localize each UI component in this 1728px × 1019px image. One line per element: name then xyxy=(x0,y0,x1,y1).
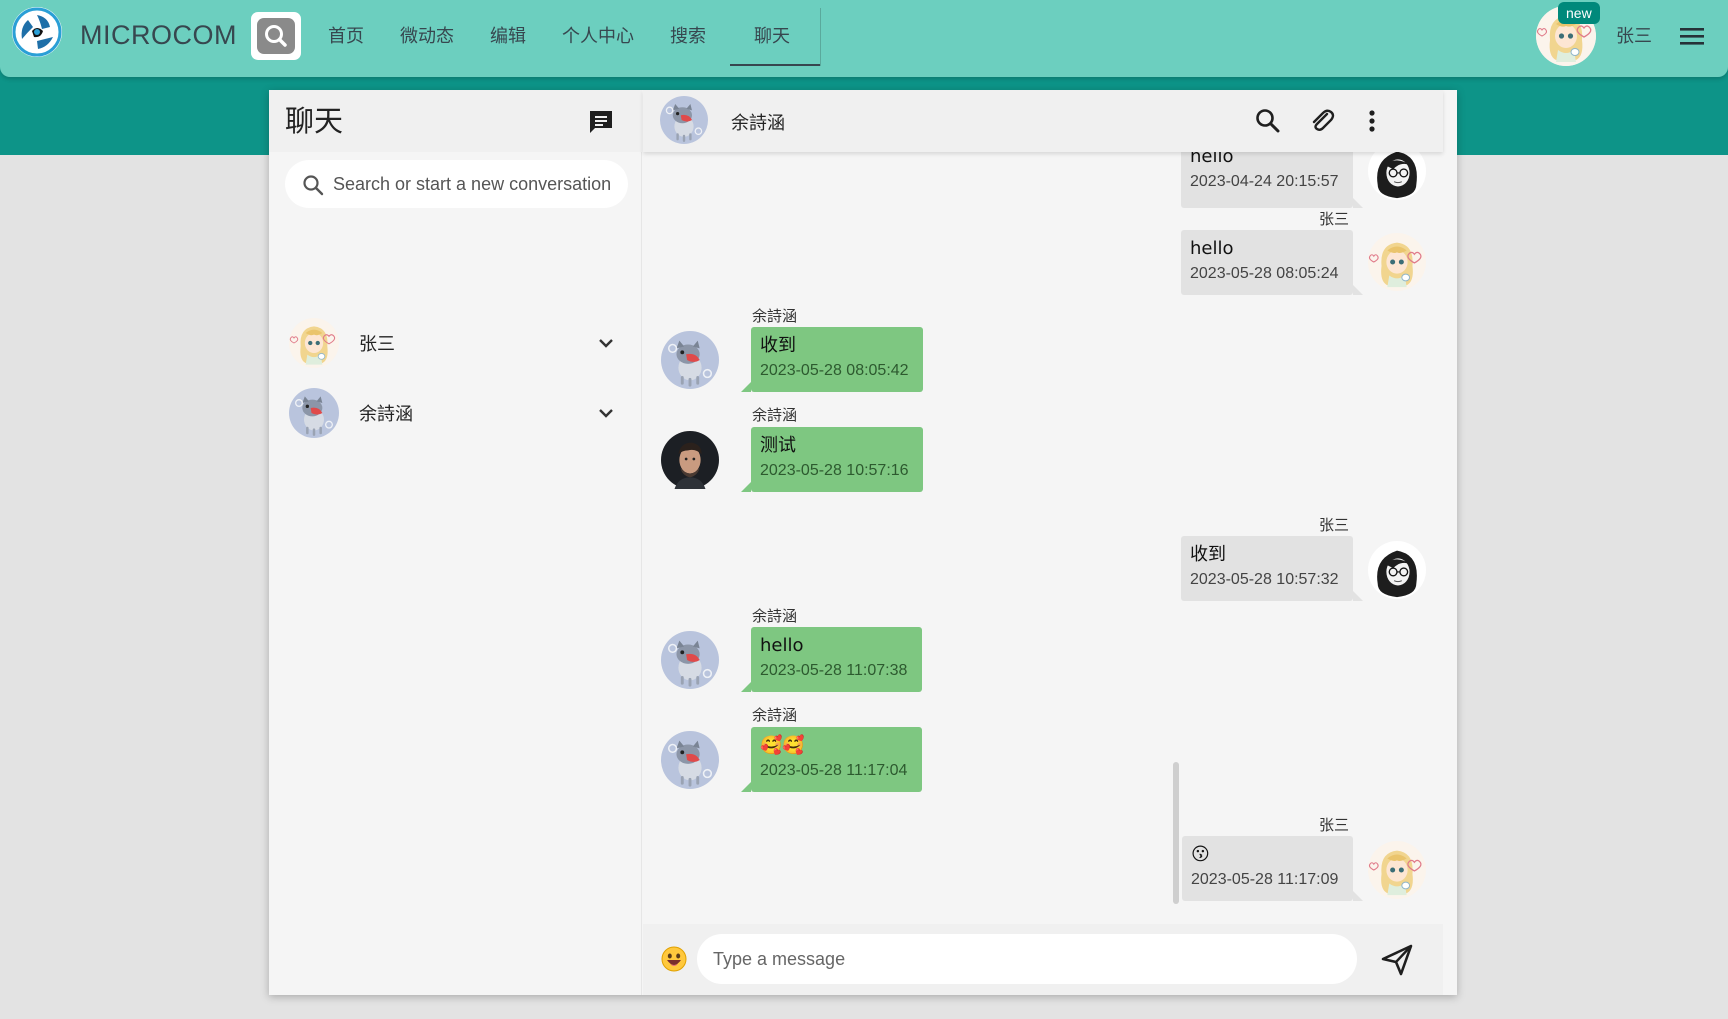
message-bubble[interactable]: hello 2023-04-24 20:15:57 xyxy=(1181,152,1353,208)
chat-partner-avatar[interactable] xyxy=(660,96,708,144)
conversation-sidebar: 聊天 张三 xyxy=(269,90,642,995)
sidebar-title: 聊天 xyxy=(285,104,344,138)
search-icon xyxy=(303,175,324,196)
message-bubble[interactable]: 收到 2023-05-28 08:05:42 xyxy=(751,327,923,392)
message-bubble[interactable]: 😗 2023-05-28 11:17:09 xyxy=(1182,836,1353,901)
message-sender: 张三 xyxy=(1319,210,1350,228)
chat-panel: 聊天 张三 xyxy=(269,90,1457,995)
sender-avatar[interactable] xyxy=(661,331,719,389)
chat-area: 余詩涵 hello 2023-04-24 20:15:57 张三 hello 2… xyxy=(643,90,1443,995)
sender-avatar[interactable] xyxy=(661,731,719,789)
contact-avatar xyxy=(289,318,339,368)
message-bubble[interactable]: 收到 2023-05-28 10:57:32 xyxy=(1181,536,1353,601)
user-name[interactable]: 张三 xyxy=(1616,22,1652,48)
message-text: 测试 xyxy=(760,435,796,456)
message-text: 🥰🥰 xyxy=(760,735,805,756)
nav-item-edit[interactable]: 编辑 xyxy=(472,8,544,66)
message-time: 2023-05-28 11:07:38 xyxy=(760,662,908,679)
more-options-icon[interactable] xyxy=(1357,106,1387,136)
conversation-search xyxy=(285,160,628,208)
emoji-icon[interactable] xyxy=(661,946,687,972)
message-text: hello xyxy=(1190,152,1234,167)
chevron-down-icon[interactable] xyxy=(595,402,617,424)
main-nav: 首页 微动态 编辑 个人中心 搜索 聊天 xyxy=(310,8,821,66)
message-text: 收到 xyxy=(760,335,796,356)
message-time: 2023-05-28 11:17:04 xyxy=(760,762,908,779)
message-bubble[interactable]: hello 2023-05-28 08:05:24 xyxy=(1181,230,1353,295)
message-composer xyxy=(643,924,1443,995)
sender-avatar[interactable] xyxy=(661,631,719,689)
new-badge: new xyxy=(1558,2,1600,24)
message-sender: 余詩涵 xyxy=(752,607,798,625)
chat-partner-name: 余詩涵 xyxy=(731,113,785,134)
nav-item-search[interactable]: 搜索 xyxy=(652,8,724,66)
sender-avatar[interactable] xyxy=(1368,152,1426,200)
top-navigation-bar: MICROCOM 首页 微动态 编辑 个人中心 搜索 聊天 new 张三 xyxy=(0,0,1728,77)
nav-item-profile[interactable]: 个人中心 xyxy=(544,8,652,66)
message-scrollbar[interactable] xyxy=(1173,762,1179,904)
send-icon[interactable] xyxy=(1379,942,1415,978)
sender-avatar[interactable] xyxy=(1368,541,1426,599)
chevron-down-icon[interactable] xyxy=(595,332,617,354)
chat-header: 余詩涵 xyxy=(643,90,1443,152)
message-bubble[interactable]: 🥰🥰 2023-05-28 11:17:04 xyxy=(751,727,922,792)
message-text: hello xyxy=(1190,238,1234,259)
microcom-logo-icon[interactable] xyxy=(12,7,62,57)
message-sender: 余詩涵 xyxy=(752,706,798,724)
sender-avatar[interactable] xyxy=(1368,841,1426,899)
contact-name: 余詩涵 xyxy=(359,404,413,425)
message-time: 2023-05-28 08:05:24 xyxy=(1190,265,1339,282)
message-sender: 余詩涵 xyxy=(752,307,798,325)
message-text: hello xyxy=(760,635,804,656)
nav-item-moments[interactable]: 微动态 xyxy=(382,8,472,66)
message-bubble[interactable]: hello 2023-05-28 11:07:38 xyxy=(751,627,922,692)
nav-item-home[interactable]: 首页 xyxy=(310,8,382,66)
message-time: 2023-04-24 20:15:57 xyxy=(1190,173,1339,190)
contact-name: 张三 xyxy=(359,334,395,355)
message-text: 收到 xyxy=(1190,544,1226,565)
search-icon[interactable] xyxy=(1253,106,1283,136)
attachment-icon[interactable] xyxy=(1307,106,1337,136)
sender-avatar[interactable] xyxy=(661,431,719,489)
message-list[interactable]: hello 2023-04-24 20:15:57 张三 hello 2023-… xyxy=(643,152,1443,924)
message-input[interactable] xyxy=(697,934,1357,984)
message-time: 2023-05-28 08:05:42 xyxy=(760,362,909,379)
message-sender: 张三 xyxy=(1319,516,1350,534)
search-icon xyxy=(265,25,287,47)
contact-item[interactable]: 余詩涵 xyxy=(269,380,642,446)
nav-item-chat[interactable]: 聊天 xyxy=(724,8,821,66)
contact-avatar xyxy=(289,388,339,438)
contact-item[interactable]: 张三 xyxy=(269,310,642,376)
message-time: 2023-05-28 10:57:16 xyxy=(760,462,909,479)
message-bubble[interactable]: 测试 2023-05-28 10:57:16 xyxy=(751,427,923,492)
new-chat-icon[interactable] xyxy=(587,108,615,136)
sidebar-header: 聊天 xyxy=(269,90,642,152)
sender-avatar[interactable] xyxy=(1368,233,1426,291)
conversation-search-input[interactable] xyxy=(333,160,623,208)
message-time: 2023-05-28 10:57:32 xyxy=(1190,571,1339,588)
message-sender: 张三 xyxy=(1319,816,1350,834)
hamburger-menu-icon[interactable] xyxy=(1678,24,1706,48)
message-time: 2023-05-28 11:17:09 xyxy=(1191,871,1339,888)
message-sender: 余詩涵 xyxy=(752,406,798,424)
message-text: 😗 xyxy=(1191,844,1210,865)
header-search-button[interactable] xyxy=(251,12,301,60)
brand-name[interactable]: MICROCOM xyxy=(80,20,237,51)
